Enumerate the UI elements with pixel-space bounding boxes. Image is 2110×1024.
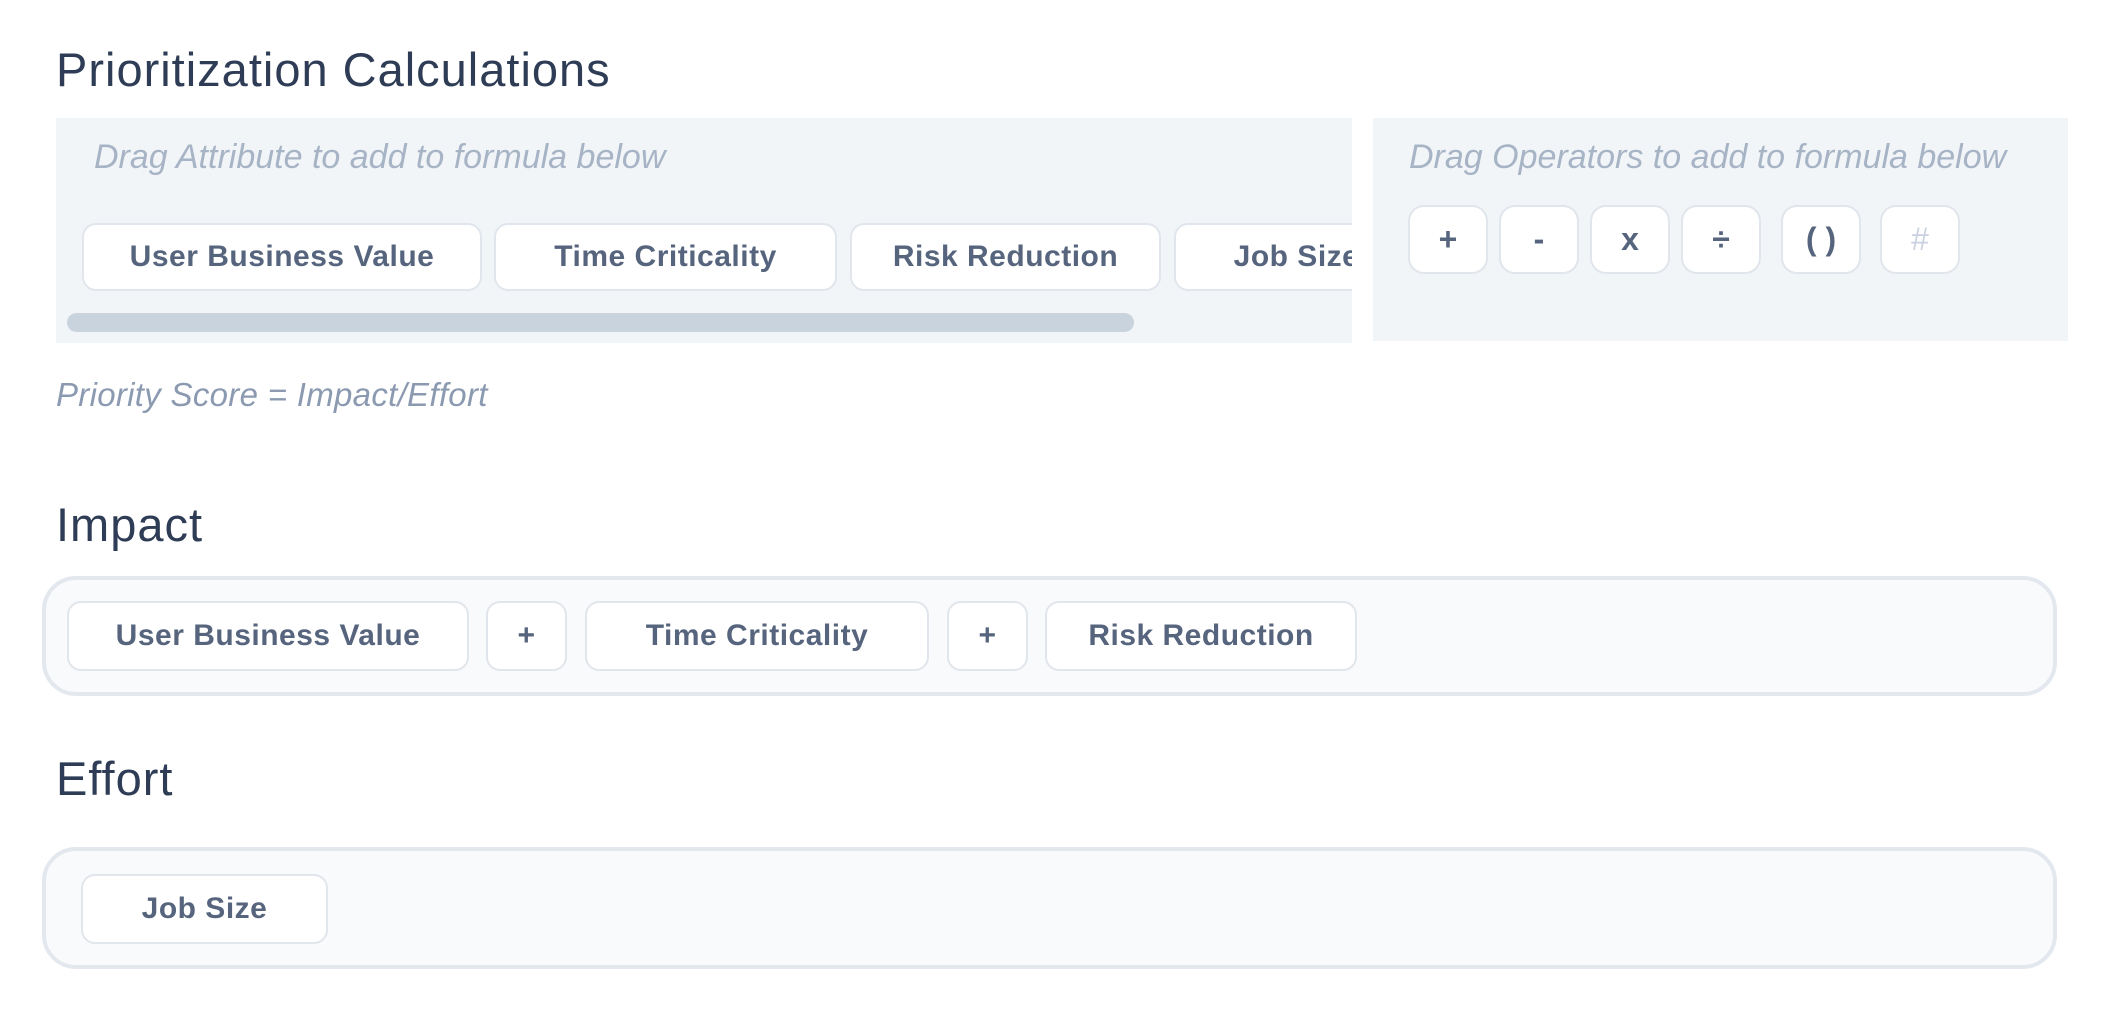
impact-title: Impact <box>56 498 204 551</box>
effort-formula-dropzone[interactable] <box>42 847 2057 969</box>
attribute-chip-user-business-value[interactable]: User Business Value <box>82 223 482 291</box>
attributes-scrollbar[interactable] <box>67 313 1134 332</box>
attributes-scroll-area[interactable]: Drag Attribute to add to formula below U… <box>56 88 1352 343</box>
attribute-chip-risk-reduction[interactable]: Risk Reduction <box>850 223 1161 291</box>
operator-minus[interactable]: - <box>1499 205 1579 274</box>
effort-title: Effort <box>56 752 174 805</box>
operator-parentheses[interactable]: ( ) <box>1781 205 1861 274</box>
operator-divide[interactable]: ÷ <box>1681 205 1761 274</box>
attributes-hint: Drag Attribute to add to formula below <box>94 138 666 176</box>
operator-plus[interactable]: + <box>1408 205 1488 274</box>
impact-chip-risk-reduction[interactable]: Risk Reduction <box>1045 601 1357 671</box>
attribute-chip-job-size[interactable]: Job Size <box>1174 223 1352 291</box>
attribute-chip-time-criticality[interactable]: Time Criticality <box>494 223 837 291</box>
impact-operator-plus-1[interactable]: + <box>486 601 567 671</box>
operator-multiply[interactable]: x <box>1590 205 1670 274</box>
impact-chip-time-criticality[interactable]: Time Criticality <box>585 601 929 671</box>
formula-note: Priority Score = Impact/Effort <box>56 376 488 413</box>
effort-chip-job-size[interactable]: Job Size <box>81 874 328 944</box>
impact-operator-plus-2[interactable]: + <box>947 601 1028 671</box>
prioritization-page: Prioritization Calculations Drag Attribu… <box>0 0 2110 1024</box>
operators-hint: Drag Operators to add to formula below <box>1409 138 2007 176</box>
impact-chip-user-business-value[interactable]: User Business Value <box>67 601 469 671</box>
operator-number[interactable]: # <box>1880 205 1960 274</box>
